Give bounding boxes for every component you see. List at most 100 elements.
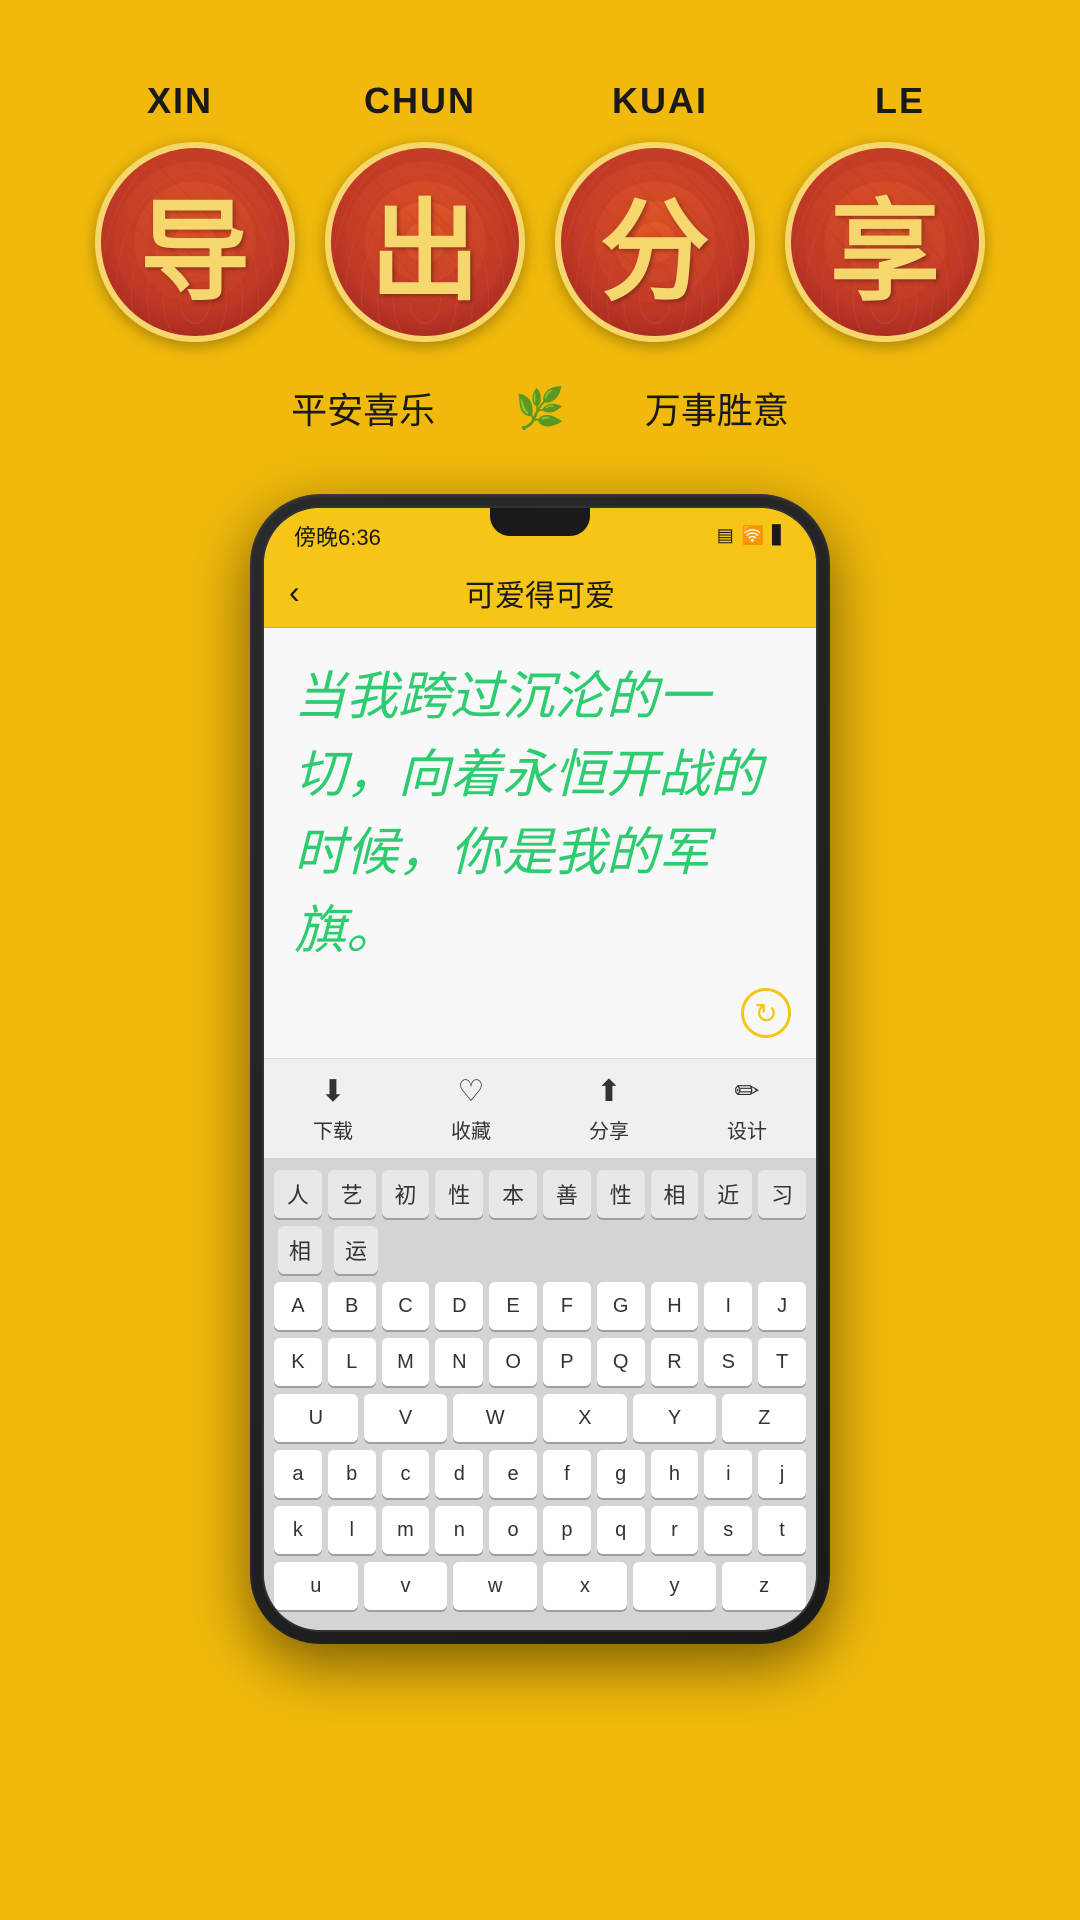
status-time: 傍晚6:36	[294, 520, 381, 552]
pinyin-xin: XIN	[90, 80, 270, 122]
key-q[interactable]: q	[597, 1506, 645, 1554]
sug-key-8[interactable]: 近	[704, 1170, 752, 1218]
sug-key-0[interactable]: 人	[274, 1170, 322, 1218]
share-icon: ⬆	[596, 1074, 621, 1109]
refresh-button[interactable]: ↻	[741, 988, 791, 1038]
refresh-icon: ↻	[754, 997, 777, 1030]
sug-key-3[interactable]: 性	[435, 1170, 483, 1218]
key-d[interactable]: d	[435, 1450, 483, 1498]
key-T[interactable]: T	[758, 1338, 806, 1386]
phone-notch	[490, 508, 590, 536]
key-V[interactable]: V	[364, 1394, 448, 1442]
key-W[interactable]: W	[453, 1394, 537, 1442]
key-p[interactable]: p	[543, 1506, 591, 1554]
download-icon: ⬇	[320, 1074, 345, 1109]
key-v[interactable]: v	[364, 1562, 448, 1610]
key-u[interactable]: u	[274, 1562, 358, 1610]
circle-le: 享	[785, 142, 985, 342]
download-label: 下载	[313, 1115, 353, 1144]
key-I[interactable]: I	[704, 1282, 752, 1330]
key-k[interactable]: k	[274, 1506, 322, 1554]
lotus-icon: 🌿	[515, 385, 565, 432]
sug-key-2[interactable]: 初	[382, 1170, 430, 1218]
key-M[interactable]: M	[382, 1338, 430, 1386]
tool-favorite[interactable]: ♡ 收藏	[451, 1074, 491, 1144]
key-K[interactable]: K	[274, 1338, 322, 1386]
content-scroll: 当我跨过沉沦的一切，向着永恒开战的时候，你是我的军旗。 ↻	[264, 628, 816, 1058]
key-o[interactable]: o	[489, 1506, 537, 1554]
key-e[interactable]: e	[489, 1450, 537, 1498]
key-C[interactable]: C	[382, 1282, 430, 1330]
key-l[interactable]: l	[328, 1506, 376, 1554]
key-z[interactable]: z	[722, 1562, 806, 1610]
key-H[interactable]: H	[651, 1282, 699, 1330]
tool-download[interactable]: ⬇ 下载	[313, 1074, 353, 1144]
tool-share[interactable]: ⬆ 分享	[589, 1074, 629, 1144]
key-g[interactable]: g	[597, 1450, 645, 1498]
status-icons: ▤ 🛜 ▋	[717, 525, 786, 546]
key-S[interactable]: S	[704, 1338, 752, 1386]
sug-key-5[interactable]: 善	[543, 1170, 591, 1218]
design-icon: ✏	[734, 1074, 759, 1109]
letter-row-1: A B C D E F G H I J	[274, 1282, 806, 1330]
key-G[interactable]: G	[597, 1282, 645, 1330]
letter-row-3: U V W X Y Z	[274, 1394, 806, 1442]
key-y[interactable]: y	[633, 1562, 717, 1610]
tool-design[interactable]: ✏ 设计	[727, 1074, 767, 1144]
key-b[interactable]: b	[328, 1450, 376, 1498]
sug-key-6[interactable]: 性	[597, 1170, 645, 1218]
pinyin-row: XIN CHUN KUAI LE	[90, 80, 990, 122]
phone-inner: 傍晚6:36 ▤ 🛜 ▋ ‹ 可爱得可爱 当我跨过沉沦	[262, 506, 818, 1632]
back-button[interactable]: ‹	[289, 574, 300, 611]
top-section: XIN CHUN KUAI LE 导 出 分 享 平安喜乐 🌿 万事胜意	[0, 0, 1080, 434]
key-D[interactable]: D	[435, 1282, 483, 1330]
key-t[interactable]: t	[758, 1506, 806, 1554]
key-Y[interactable]: Y	[633, 1394, 717, 1442]
key-X[interactable]: X	[543, 1394, 627, 1442]
circle-row: 导 出 分 享	[95, 142, 985, 342]
key-L[interactable]: L	[328, 1338, 376, 1386]
key-N[interactable]: N	[435, 1338, 483, 1386]
key-F[interactable]: F	[543, 1282, 591, 1330]
phone-outer: 傍晚6:36 ▤ 🛜 ▋ ‹ 可爱得可爱 当我跨过沉沦	[250, 494, 830, 1644]
key-i[interactable]: i	[704, 1450, 752, 1498]
key-x[interactable]: x	[543, 1562, 627, 1610]
circle-xin: 导	[95, 142, 295, 342]
design-label: 设计	[727, 1115, 767, 1144]
key-m[interactable]: m	[382, 1506, 430, 1554]
pinyin-kuai: KUAI	[570, 80, 750, 122]
key-s[interactable]: s	[704, 1506, 752, 1554]
sug-key-4[interactable]: 本	[489, 1170, 537, 1218]
key-n[interactable]: n	[435, 1506, 483, 1554]
sug-key-9[interactable]: 习	[758, 1170, 806, 1218]
key-J[interactable]: J	[758, 1282, 806, 1330]
char-xin: 导	[140, 162, 250, 322]
sug-key-11[interactable]: 运	[334, 1226, 378, 1274]
key-f[interactable]: f	[543, 1450, 591, 1498]
key-j[interactable]: j	[758, 1450, 806, 1498]
key-Q[interactable]: Q	[597, 1338, 645, 1386]
key-w[interactable]: w	[453, 1562, 537, 1610]
sug-key-1[interactable]: 艺	[328, 1170, 376, 1218]
sug-key-10[interactable]: 相	[278, 1226, 322, 1274]
key-h[interactable]: h	[651, 1450, 699, 1498]
key-U[interactable]: U	[274, 1394, 358, 1442]
key-E[interactable]: E	[489, 1282, 537, 1330]
key-P[interactable]: P	[543, 1338, 591, 1386]
key-R[interactable]: R	[651, 1338, 699, 1386]
subtitle-row: 平安喜乐 🌿 万事胜意	[291, 382, 789, 434]
key-r[interactable]: r	[651, 1506, 699, 1554]
key-a[interactable]: a	[274, 1450, 322, 1498]
circle-chun: 出	[325, 142, 525, 342]
key-B[interactable]: B	[328, 1282, 376, 1330]
key-c[interactable]: c	[382, 1450, 430, 1498]
app-title: 可爱得可爱	[465, 571, 615, 615]
key-Z[interactable]: Z	[722, 1394, 806, 1442]
key-A[interactable]: A	[274, 1282, 322, 1330]
phone-container: 傍晚6:36 ▤ 🛜 ▋ ‹ 可爱得可爱 当我跨过沉沦	[0, 494, 1080, 1644]
key-O[interactable]: O	[489, 1338, 537, 1386]
suggestion-row-2: 相 运	[274, 1226, 806, 1274]
char-kuai: 分	[600, 162, 710, 322]
favorite-label: 收藏	[451, 1115, 491, 1144]
sug-key-7[interactable]: 相	[651, 1170, 699, 1218]
